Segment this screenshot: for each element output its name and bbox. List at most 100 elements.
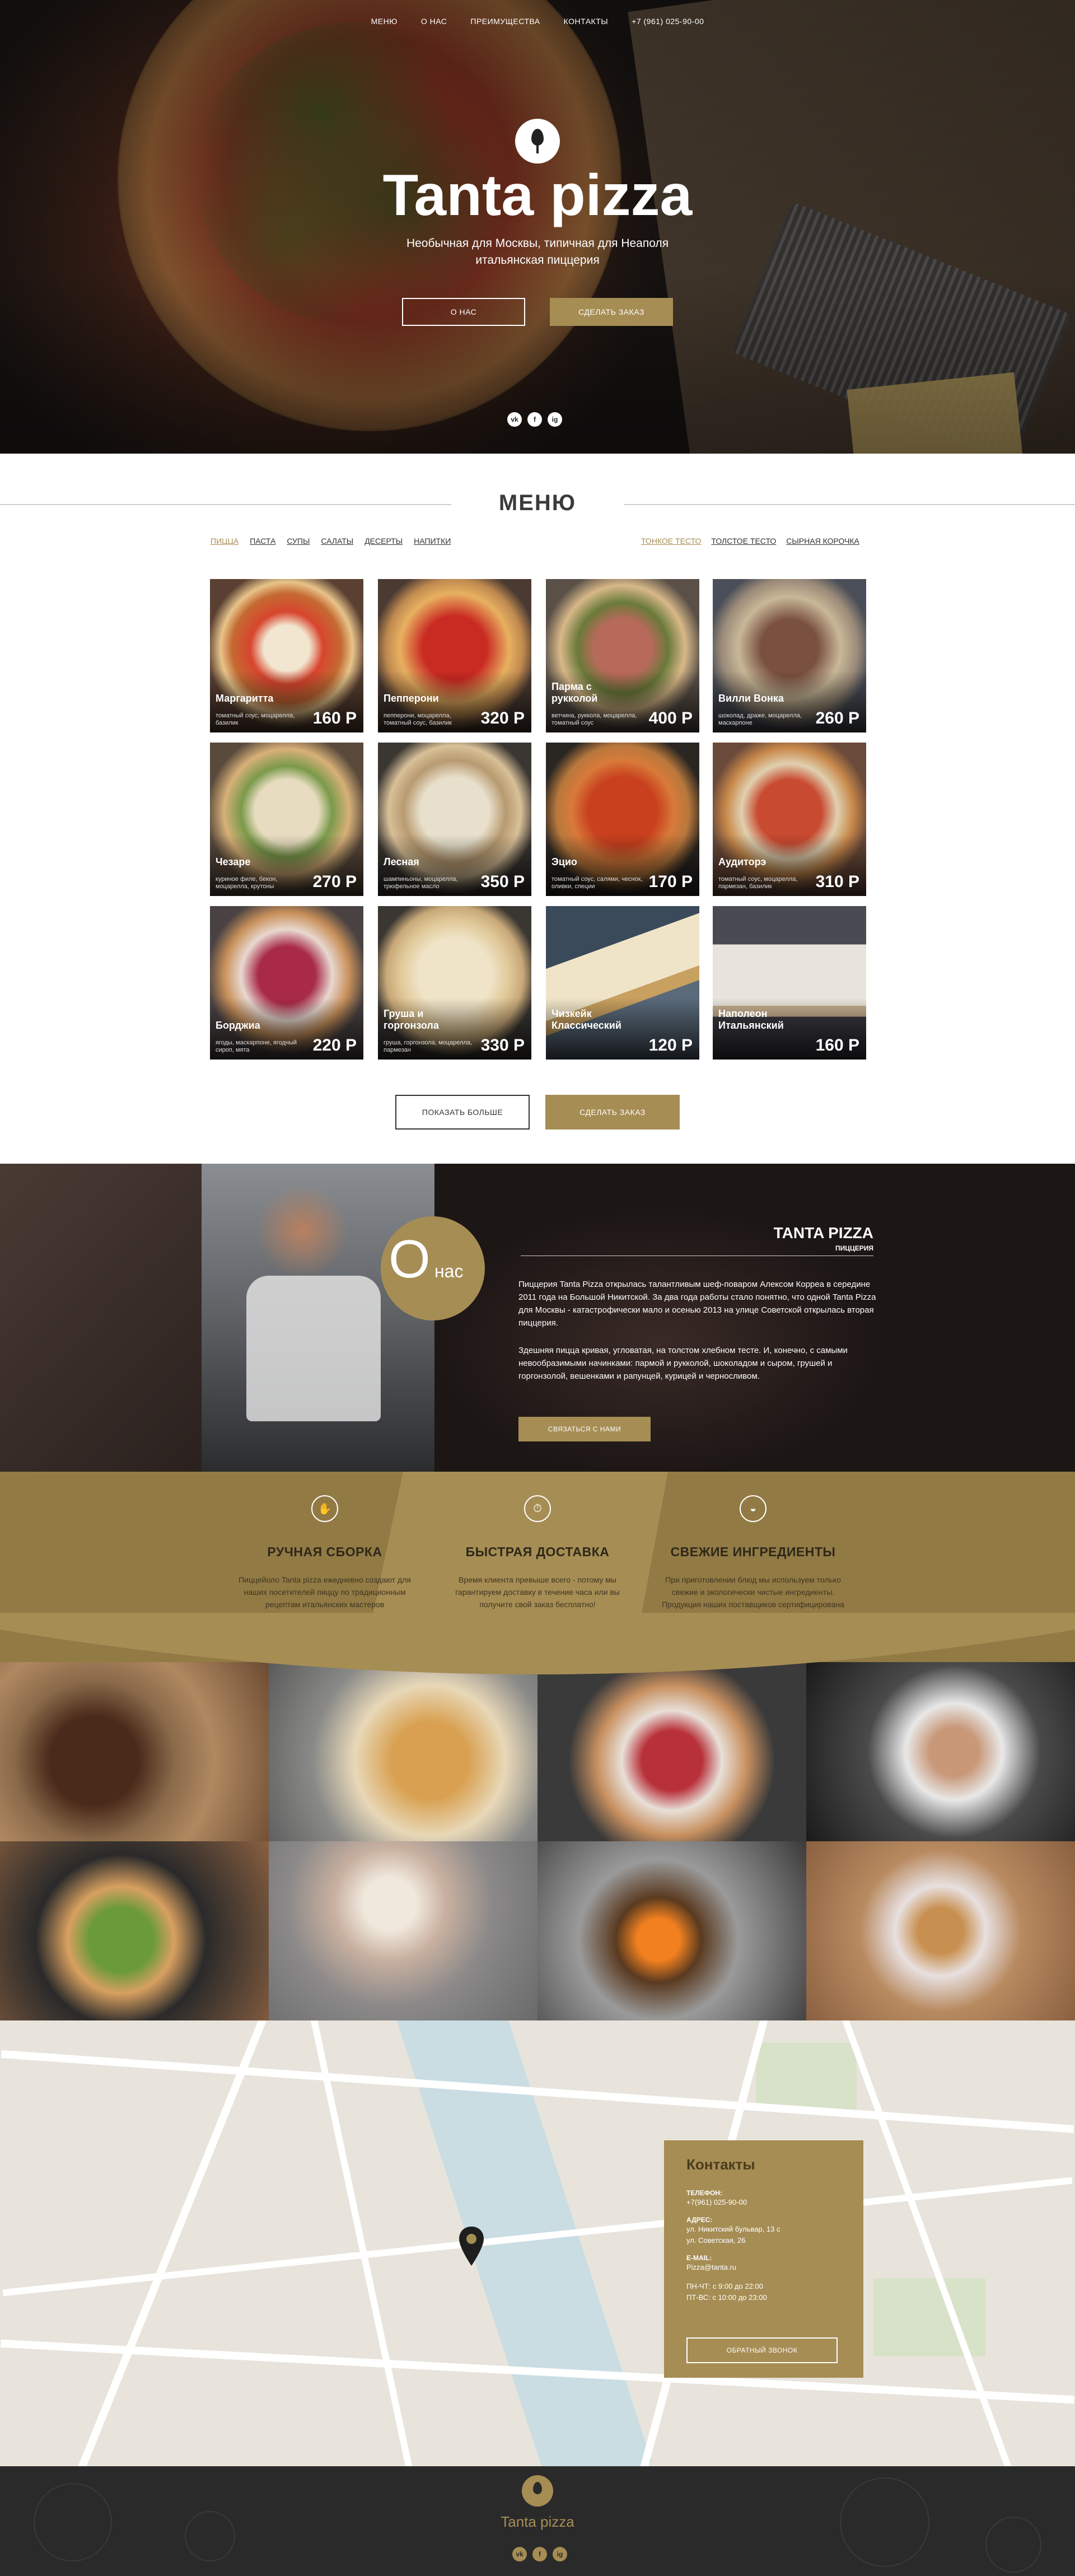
address-line-1: ул. Никитский бульвар, 13 с bbox=[686, 2225, 780, 2233]
menu-item-price: 170 Р bbox=[648, 872, 693, 891]
about-badge: О нас bbox=[381, 1216, 485, 1320]
dough-filter: ТОНКОЕ ТЕСТО ТОЛСТОЕ ТЕСТО СЫРНАЯ КОРОЧК… bbox=[641, 536, 859, 545]
gallery-photo bbox=[269, 1841, 538, 2020]
menu-item-price: 310 Р bbox=[815, 872, 859, 891]
nav-link-advantages[interactable]: ПРЕИМУЩЕСТВА bbox=[470, 17, 540, 26]
gallery-photo bbox=[0, 1841, 269, 2020]
map-section[interactable] bbox=[0, 2020, 1075, 2466]
dough-thick[interactable]: ТОЛСТОЕ ТЕСТО bbox=[711, 536, 776, 545]
callback-button[interactable]: ОБРАТНЫЙ ЗВОНОК bbox=[686, 2337, 838, 2363]
menu-item-price: 260 Р bbox=[815, 709, 859, 727]
nav-phone[interactable]: +7 (961) 025-90-00 bbox=[632, 17, 704, 26]
dough-thin[interactable]: ТОНКОЕ ТЕСТО bbox=[641, 536, 701, 545]
tab-soups[interactable]: СУПЫ bbox=[287, 536, 310, 545]
footer-socials: vk f ig bbox=[512, 2547, 567, 2561]
menu-item-name: Груша и горгонзола bbox=[384, 1008, 439, 1031]
gallery-photo bbox=[806, 1841, 1075, 2020]
menu-item-name: Чезаре bbox=[216, 856, 251, 867]
hero-subtitle-line1: Необычная для Москвы, типичная для Неапо… bbox=[406, 237, 669, 250]
about-badge-text: нас bbox=[434, 1261, 464, 1281]
address-line-2: ул. Советская, 26 bbox=[686, 2236, 746, 2244]
address-label: АДРЕС: bbox=[686, 2216, 713, 2224]
menu-item-name: Чизкейк Классический bbox=[551, 1008, 621, 1031]
tab-pizza[interactable]: ПИЦЦА bbox=[211, 536, 239, 545]
menu-item-price: 330 Р bbox=[480, 1036, 525, 1054]
menu-item-name: Пепперони bbox=[384, 693, 439, 704]
facebook-icon[interactable]: f bbox=[532, 2547, 547, 2561]
tab-drinks[interactable]: НАПИТКИ bbox=[414, 536, 451, 545]
feature-desc: Время клиента превыше всего - потому мы … bbox=[455, 1575, 620, 1609]
menu-item-price: 120 Р bbox=[648, 1036, 693, 1054]
contact-us-button[interactable]: СВЯЗАТЬСЯ С НАМИ bbox=[518, 1417, 651, 1441]
menu-item-desc: томатный соус, моцарелла, базилик bbox=[216, 712, 295, 726]
menu-card[interactable]: Маргаритта томатный соус, моцарелла, баз… bbox=[210, 579, 363, 732]
photo-gallery bbox=[0, 1662, 1075, 2020]
menu-card[interactable]: Чизкейк Классический 120 Р bbox=[546, 906, 699, 1060]
hand-icon: ✋ bbox=[311, 1495, 338, 1522]
facebook-icon[interactable]: f bbox=[527, 412, 542, 427]
menu-item-name: Эцио bbox=[551, 856, 577, 867]
menu-item-name: Наполеон Итальянский bbox=[718, 1008, 784, 1031]
menu-order-button[interactable]: СДЕЛАТЬ ЗАКАЗ bbox=[545, 1095, 680, 1130]
top-navigation: МЕНЮ О НАС ПРЕИМУЩЕСТВА КОНТАКТЫ +7 (961… bbox=[0, 17, 1075, 26]
menu-card[interactable]: Лесная шампиньоны, моцарелла, трюфельное… bbox=[378, 743, 531, 896]
feature-title: БЫСТРАЯ ДОСТАВКА bbox=[465, 1544, 610, 1559]
menu-item-desc: шампиньоны, моцарелла, трюфельное масло bbox=[384, 876, 458, 890]
menu-card[interactable]: Парма с рукколой ветчина, руккола, моцар… bbox=[546, 579, 699, 732]
footer-logo-icon[interactable] bbox=[522, 2475, 553, 2507]
menu-item-price: 350 Р bbox=[480, 872, 525, 891]
email-value[interactable]: Pizza@tanta.ru bbox=[686, 2262, 841, 2273]
tab-pasta[interactable]: ПАСТА bbox=[250, 536, 275, 545]
menu-card[interactable]: Наполеон Итальянский 160 Р bbox=[713, 906, 866, 1060]
about-button[interactable]: О НАС bbox=[402, 298, 525, 326]
menu-card[interactable]: Эцио томатный соус, салями, чеснок, олив… bbox=[546, 743, 699, 896]
instagram-icon[interactable]: ig bbox=[553, 2547, 567, 2561]
nav-link-contacts[interactable]: КОНТАКТЫ bbox=[564, 17, 609, 26]
dough-cheese-crust[interactable]: СЫРНАЯ КОРОЧКА bbox=[786, 536, 859, 545]
tab-desserts[interactable]: ДЕСЕРТЫ bbox=[364, 536, 403, 545]
vk-icon[interactable]: vk bbox=[507, 412, 522, 427]
tab-salads[interactable]: САЛАТЫ bbox=[321, 536, 353, 545]
menu-item-name: Лесная bbox=[384, 856, 419, 867]
menu-item-desc: ягоды, маскарпоне, ягодный сироп, мята bbox=[216, 1039, 297, 1053]
menu-card[interactable]: Пепперони пепперони, моцарелла, томатный… bbox=[378, 579, 531, 732]
footer-brand: Tanta pizza bbox=[501, 2513, 574, 2530]
contacts-card: Контакты ТЕЛЕФОН: +7(961) 025-90-00 АДРЕ… bbox=[664, 2140, 863, 2378]
hero-title: Tanta pizza bbox=[382, 163, 693, 228]
menu-card[interactable]: Аудиторэ томатный соус, моцарелла, парме… bbox=[713, 743, 866, 896]
menu-item-desc: томатный соус, моцарелла, пармезан, бази… bbox=[718, 876, 798, 890]
menu-item-name: Вилли Вонка bbox=[718, 693, 784, 704]
nav-link-menu[interactable]: МЕНЮ bbox=[371, 17, 398, 26]
nav-link-about[interactable]: О НАС bbox=[421, 17, 447, 26]
menu-item-name: Парма с рукколой bbox=[551, 681, 598, 704]
instagram-icon[interactable]: ig bbox=[548, 412, 562, 427]
show-more-button[interactable]: ПОКАЗАТЬ БОЛЬШЕ bbox=[395, 1095, 530, 1130]
menu-item-price: 270 Р bbox=[312, 872, 357, 891]
phone-value[interactable]: +7(961) 025-90-00 bbox=[686, 2197, 841, 2208]
menu-card[interactable]: Борджиа ягоды, маскарпоне, ягодный сироп… bbox=[210, 906, 363, 1060]
feature-title: СВЕЖИЕ ИНГРЕДИЕНТЫ bbox=[670, 1544, 836, 1559]
menu-item-price: 320 Р bbox=[480, 709, 525, 727]
menu-item-price: 400 Р bbox=[648, 709, 693, 727]
menu-card[interactable]: Вилли Вонка шоколад, драже, моцарелла, м… bbox=[713, 579, 866, 732]
menu-title: МЕНЮ bbox=[498, 491, 577, 515]
feature-desc: Пиццейоло Tanta pizza ежедневно создают … bbox=[239, 1575, 411, 1609]
menu-item-desc: ветчина, руккола, моцарелла, томатный со… bbox=[551, 712, 637, 726]
menu-item-desc: шоколад, драже, моцарелла, маскарпоне bbox=[718, 712, 802, 726]
menu-card[interactable]: Груша и горгонзола груша, горгонзола, мо… bbox=[378, 906, 531, 1060]
menu-item-name: Аудиторэ bbox=[718, 856, 766, 867]
vk-icon[interactable]: vk bbox=[512, 2547, 527, 2561]
hero-subtitle-line2: итальянская пиццерия bbox=[475, 254, 600, 267]
hours-weekdays: ПН-ЧТ: с 9:00 до 22:00 bbox=[686, 2282, 763, 2290]
chef-photo bbox=[202, 1164, 434, 1472]
menu-item-name: Борджиа bbox=[216, 1020, 260, 1031]
map-pin-icon[interactable] bbox=[458, 2225, 485, 2267]
order-button[interactable]: СДЕЛАТЬ ЗАКАЗ bbox=[550, 298, 673, 326]
features-wave bbox=[0, 1613, 1075, 1674]
menu-item-name: Маргаритта bbox=[216, 693, 274, 704]
feature-title: РУЧНАЯ СБОРКА bbox=[267, 1544, 382, 1559]
hours-weekend: ПТ-ВС: с 10:00 до 23:00 bbox=[686, 2293, 767, 2302]
gallery-photo bbox=[538, 1841, 806, 2020]
email-label: E-MAIL: bbox=[686, 2254, 712, 2262]
menu-card[interactable]: Чезаре куриное филе, бекон, моцарелла, к… bbox=[210, 743, 363, 896]
